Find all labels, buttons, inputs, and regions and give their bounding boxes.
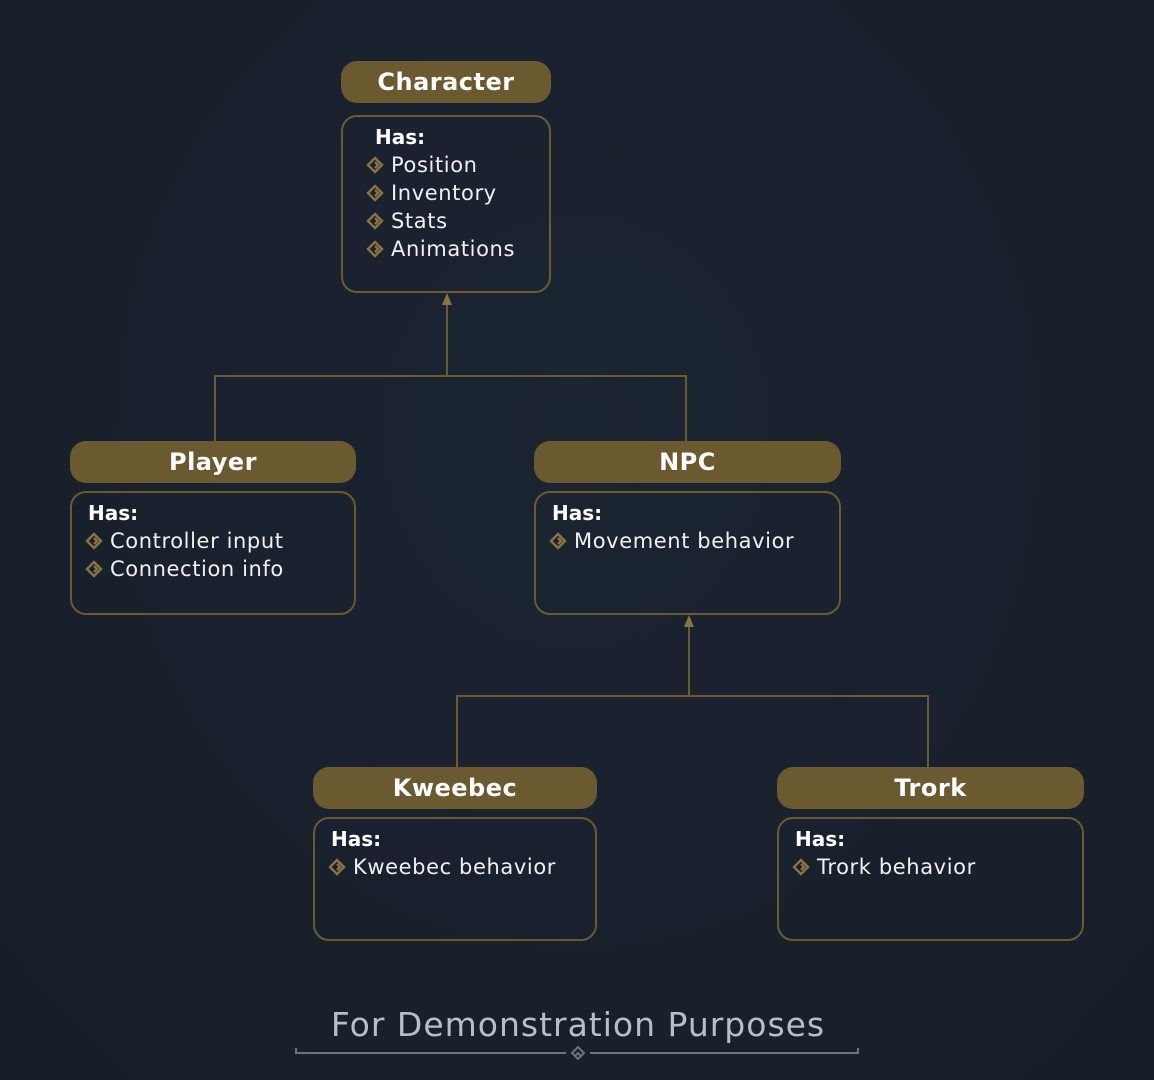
property-item: Animations xyxy=(366,235,549,263)
node-properties: Has: Position Inventory Stats Animations xyxy=(341,115,551,293)
property-item: Inventory xyxy=(366,179,549,207)
diamond-bullet-icon xyxy=(549,532,567,550)
footer-caption: For Demonstration Purposes xyxy=(330,1005,826,1044)
node-npc: NPC Has: Movement behavior xyxy=(534,441,841,615)
diamond-bullet-icon xyxy=(366,184,384,202)
diamond-ornament-icon xyxy=(570,1045,586,1061)
has-label: Has: xyxy=(331,827,382,851)
node-title: NPC xyxy=(534,441,841,483)
has-label: Has: xyxy=(88,501,139,525)
property-item: Controller input xyxy=(85,527,354,555)
node-player: Player Has: Controller input Connection … xyxy=(70,441,356,615)
diamond-bullet-icon xyxy=(792,858,810,876)
node-trork: Trork Has: Trork behavior xyxy=(777,767,1084,941)
node-properties: Has: Kweebec behavior xyxy=(313,817,597,941)
property-item: Kweebec behavior xyxy=(328,853,595,881)
node-properties: Has: Movement behavior xyxy=(534,491,841,615)
property-item: Stats xyxy=(366,207,549,235)
diamond-bullet-icon xyxy=(366,212,384,230)
arrowhead-character xyxy=(442,293,452,305)
has-label: Has: xyxy=(795,827,846,851)
diamond-bullet-icon xyxy=(328,858,346,876)
node-title: Character xyxy=(341,61,551,103)
property-item: Position xyxy=(366,151,549,179)
has-label: Has: xyxy=(375,125,426,149)
property-item: Connection info xyxy=(85,555,354,583)
diamond-bullet-icon xyxy=(85,560,103,578)
node-character: Character Has: Position Inventory Stats … xyxy=(341,61,551,293)
edge-character-children xyxy=(214,302,687,441)
node-title: Trork xyxy=(777,767,1084,809)
arrowhead-npc xyxy=(684,615,694,627)
diamond-bullet-icon xyxy=(366,240,384,258)
property-item: Movement behavior xyxy=(549,527,839,555)
diamond-bullet-icon xyxy=(366,156,384,174)
node-title: Kweebec xyxy=(313,767,597,809)
diamond-bullet-icon xyxy=(85,532,103,550)
node-kweebec: Kweebec Has: Kweebec behavior xyxy=(313,767,597,941)
property-item: Trork behavior xyxy=(792,853,1082,881)
node-title: Player xyxy=(70,441,356,483)
node-properties: Has: Trork behavior xyxy=(777,817,1084,941)
footer-divider xyxy=(295,1045,859,1061)
node-properties: Has: Controller input Connection info xyxy=(70,491,356,615)
edge-npc-children xyxy=(456,626,929,767)
has-label: Has: xyxy=(552,501,603,525)
